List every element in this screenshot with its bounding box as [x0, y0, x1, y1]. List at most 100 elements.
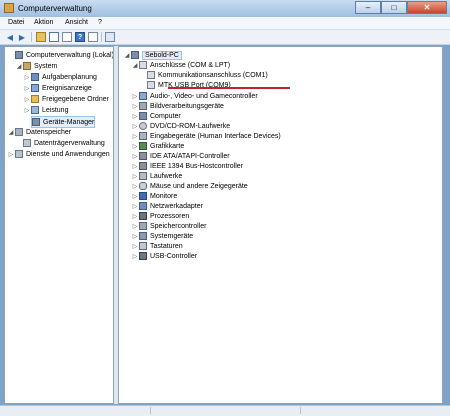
expand-arrow-icon[interactable]: ▷ [131, 133, 139, 140]
device-category[interactable]: ▷ DVD/CD-ROM-Laufwerke [131, 121, 230, 131]
title-bar[interactable]: Computerverwaltung – □ ✕ [0, 0, 450, 17]
device-port-com1[interactable]: Kommunikationsanschluss (COM1) [147, 70, 268, 80]
network-adapter-icon [139, 202, 147, 210]
device-category[interactable]: ▷ Mäuse und andere Zeigegeräte [131, 181, 248, 191]
port-icon [139, 61, 147, 69]
device-tree: ◢ Sebold-PC ◢ Anschlüsse (COM & LPT) Kom… [118, 46, 443, 404]
device-group-ports[interactable]: ◢ Anschlüsse (COM & LPT) [131, 60, 230, 70]
tree-item-datenspeicher[interactable]: ◢ Datenspeicher [7, 127, 71, 137]
keyboard-icon [139, 242, 147, 250]
expand-arrow-icon[interactable]: ▷ [131, 183, 139, 190]
expand-arrow-icon[interactable]: ▷ [131, 113, 139, 120]
task-scheduler-icon [31, 73, 39, 81]
usb-controller-icon [139, 252, 147, 260]
device-category[interactable]: ▷ Systemgeräte [131, 231, 193, 241]
window-controls: – □ ✕ [355, 1, 447, 14]
device-category[interactable]: ▷ IDE ATA/ATAPI-Controller [131, 151, 230, 161]
maximize-button[interactable]: □ [381, 1, 407, 14]
expand-arrow-icon[interactable]: ▷ [23, 107, 31, 114]
performance-icon [31, 106, 39, 114]
event-viewer-icon [31, 84, 39, 92]
back-arrow-icon[interactable]: ◀ [5, 32, 15, 42]
expand-arrow-icon[interactable]: ▷ [131, 213, 139, 220]
graphics-card-icon [139, 142, 147, 150]
tree-item-computerverwaltung[interactable]: Computerverwaltung (Lokal) [7, 50, 113, 60]
device-category[interactable]: ▷ Laufwerke [131, 171, 182, 181]
close-button[interactable]: ✕ [407, 1, 447, 14]
tree-item-ereignisanzeige[interactable]: ▷ Ereignisanzeige [23, 83, 92, 93]
help-icon[interactable]: ? [75, 32, 85, 42]
collapse-arrow-icon[interactable]: ◢ [131, 62, 139, 69]
tree-item-system[interactable]: ◢ System [15, 61, 57, 71]
device-category[interactable]: ▷ Monitore [131, 191, 177, 201]
device-root[interactable]: ◢ Sebold-PC [123, 50, 182, 60]
port-icon [147, 81, 155, 89]
red-underline-annotation [168, 87, 290, 89]
scan-hardware-icon[interactable] [105, 32, 115, 42]
expand-arrow-icon[interactable]: ▷ [23, 85, 31, 92]
window: Computerverwaltung – □ ✕ Datei Aktion An… [0, 0, 450, 416]
menu-help[interactable]: ? [98, 19, 102, 26]
computer-icon [139, 112, 147, 120]
expand-arrow-icon[interactable]: ▷ [131, 143, 139, 150]
expand-arrow-icon[interactable]: ▷ [131, 233, 139, 240]
expand-arrow-icon[interactable]: ▷ [7, 151, 15, 158]
device-category[interactable]: ▷ IEEE 1394 Bus-Hostcontroller [131, 161, 243, 171]
device-category[interactable]: ▷ Netzwerkadapter [131, 201, 203, 211]
tree-item-freigegebene-ordner[interactable]: ▷ Freigegebene Ordner [23, 94, 109, 104]
dvd-drive-icon [139, 122, 147, 130]
device-category[interactable]: ▷ Audio-, Video- und Gamecontroller [131, 91, 258, 101]
expand-arrow-icon[interactable]: ▷ [131, 123, 139, 130]
expand-arrow-icon[interactable]: ▷ [23, 74, 31, 81]
tree-item-aufgabenplanung[interactable]: ▷ Aufgabenplanung [23, 72, 97, 82]
tree-item-datentraegerverwaltung[interactable]: Datenträgerverwaltung [23, 138, 105, 148]
menu-ansicht[interactable]: Ansicht [65, 19, 88, 26]
input-device-icon [139, 132, 147, 140]
port-icon [147, 71, 155, 79]
collapse-arrow-icon[interactable]: ◢ [123, 52, 131, 59]
device-category[interactable]: ▷ Eingabegeräte (Human Interface Devices) [131, 131, 281, 141]
status-bar [0, 405, 450, 416]
menu-datei[interactable]: Datei [8, 19, 24, 26]
device-category[interactable]: ▷ Prozessoren [131, 211, 189, 221]
expand-arrow-icon[interactable]: ▷ [131, 193, 139, 200]
expand-arrow-icon[interactable]: ▷ [131, 163, 139, 170]
device-category[interactable]: ▷ Speichercontroller [131, 221, 206, 231]
expand-arrow-icon[interactable]: ▷ [131, 153, 139, 160]
firewire-icon [139, 162, 147, 170]
expand-arrow-icon[interactable]: ▷ [131, 93, 139, 100]
expand-arrow-icon[interactable]: ▷ [131, 243, 139, 250]
device-category[interactable]: ▷ USB-Controller [131, 251, 197, 261]
console-tree-icon[interactable] [49, 32, 59, 42]
mouse-icon [139, 182, 147, 190]
collapse-arrow-icon[interactable]: ◢ [15, 63, 23, 70]
tree-item-leistung[interactable]: ▷ Leistung [23, 105, 68, 115]
minimize-button[interactable]: – [355, 1, 381, 14]
expand-arrow-icon[interactable]: ▷ [23, 96, 31, 103]
tree-item-dienste[interactable]: ▷ Dienste und Anwendungen [7, 149, 110, 159]
storage-controller-icon [139, 222, 147, 230]
device-category[interactable]: ▷ Computer [131, 111, 181, 121]
show-pane-icon[interactable] [88, 32, 98, 42]
toolbar: ◀ ▶ ? [0, 30, 450, 45]
up-folder-icon[interactable] [36, 32, 46, 42]
toolbar-separator-2 [101, 32, 102, 42]
ide-controller-icon [139, 152, 147, 160]
expand-arrow-icon[interactable]: ▷ [131, 203, 139, 210]
shared-folder-icon [31, 95, 39, 103]
disk-management-icon [23, 139, 31, 147]
properties-icon[interactable] [62, 32, 72, 42]
navigation-tree: Computerverwaltung (Lokal) ◢ System ▷ Au… [4, 46, 114, 404]
menu-aktion[interactable]: Aktion [34, 19, 53, 26]
device-category[interactable]: ▷ Tastaturen [131, 241, 183, 251]
expand-arrow-icon[interactable]: ▷ [131, 173, 139, 180]
expand-arrow-icon[interactable]: ▷ [131, 223, 139, 230]
device-category[interactable]: ▷ Grafikkarte [131, 141, 184, 151]
expand-arrow-icon[interactable]: ▷ [131, 253, 139, 260]
device-category[interactable]: ▷ Bildverarbeitungsgeräte [131, 101, 224, 111]
app-icon [4, 3, 14, 13]
forward-arrow-icon[interactable]: ▶ [17, 32, 27, 42]
collapse-arrow-icon[interactable]: ◢ [7, 129, 15, 136]
expand-arrow-icon[interactable]: ▷ [131, 103, 139, 110]
services-icon [15, 150, 23, 158]
